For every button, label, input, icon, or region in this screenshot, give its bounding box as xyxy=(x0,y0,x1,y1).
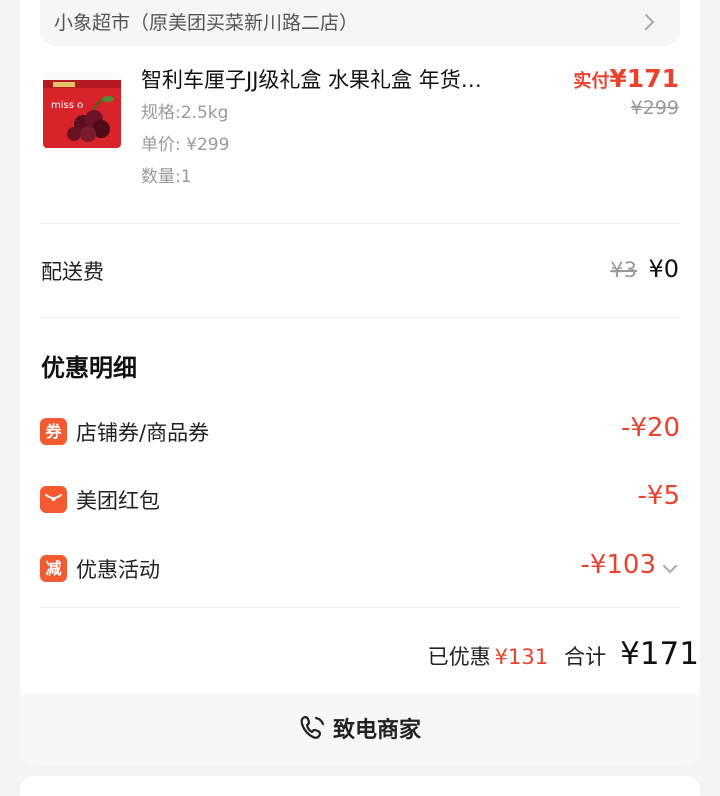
discount-label: 美团红包 xyxy=(76,489,160,513)
next-card-edge xyxy=(20,776,700,796)
discount-row-red-packet: 美团红包 -¥5 xyxy=(40,480,680,520)
red-packet-icon xyxy=(40,486,67,513)
promotion-badge-icon: 减 xyxy=(40,555,67,582)
discount-label: 优惠活动 xyxy=(76,558,160,582)
original-price: ¥299 xyxy=(630,97,679,119)
saved-label: 已优惠 xyxy=(427,645,491,669)
divider xyxy=(41,317,680,318)
svg-text:miss o: miss o xyxy=(51,100,83,111)
saved-amount: ¥131 xyxy=(494,645,549,669)
order-total: 已优惠 ¥131 合计 ¥171 xyxy=(428,636,699,672)
product-unit-price: 单价: ¥299 xyxy=(141,135,230,155)
delivery-fee-value: ¥0 xyxy=(648,255,679,283)
divider xyxy=(41,607,680,608)
discount-row-coupon: 券 店铺券/商品券 -¥20 xyxy=(40,412,680,452)
delivery-fee-original: ¥3 xyxy=(610,258,637,282)
chevron-right-icon xyxy=(645,14,655,30)
discount-section-title: 优惠明细 xyxy=(41,354,137,382)
product-spec: 规格:2.5kg xyxy=(141,103,229,123)
paid-price: 实付¥171 xyxy=(573,64,679,93)
paid-amount: ¥171 xyxy=(609,64,679,93)
phone-icon xyxy=(300,715,325,739)
product-title[interactable]: 智利车厘子JJ级礼盒 水果礼盒 年货… xyxy=(141,64,561,94)
product-quantity: 数量:1 xyxy=(141,167,192,187)
discount-value: -¥20 xyxy=(620,413,680,443)
call-merchant-label: 致电商家 xyxy=(332,718,421,743)
discount-value: -¥103 xyxy=(580,550,656,580)
delivery-fee-label: 配送费 xyxy=(41,260,104,284)
coupon-badge-icon: 券 xyxy=(40,418,67,445)
total-label: 合计 xyxy=(564,645,607,669)
store-header[interactable]: 小象超市（原美团买菜新川路二店） xyxy=(40,0,680,46)
discount-row-promotion[interactable]: 减 优惠活动 -¥103 xyxy=(40,549,680,589)
total-amount: ¥171 xyxy=(620,636,699,672)
paid-label: 实付 xyxy=(573,71,610,92)
store-name: 小象超市（原美团买菜新川路二店） xyxy=(54,12,359,34)
divider xyxy=(41,223,680,224)
chevron-down-icon[interactable] xyxy=(662,563,678,575)
discount-value: -¥5 xyxy=(637,481,680,511)
product-image[interactable]: miss o xyxy=(41,72,123,154)
discount-label: 店铺券/商品券 xyxy=(76,421,210,445)
call-merchant-button[interactable]: 致电商家 xyxy=(20,694,700,766)
cherry-box-image: miss o xyxy=(43,80,121,148)
call-merchant-content: 致电商家 xyxy=(20,712,700,744)
